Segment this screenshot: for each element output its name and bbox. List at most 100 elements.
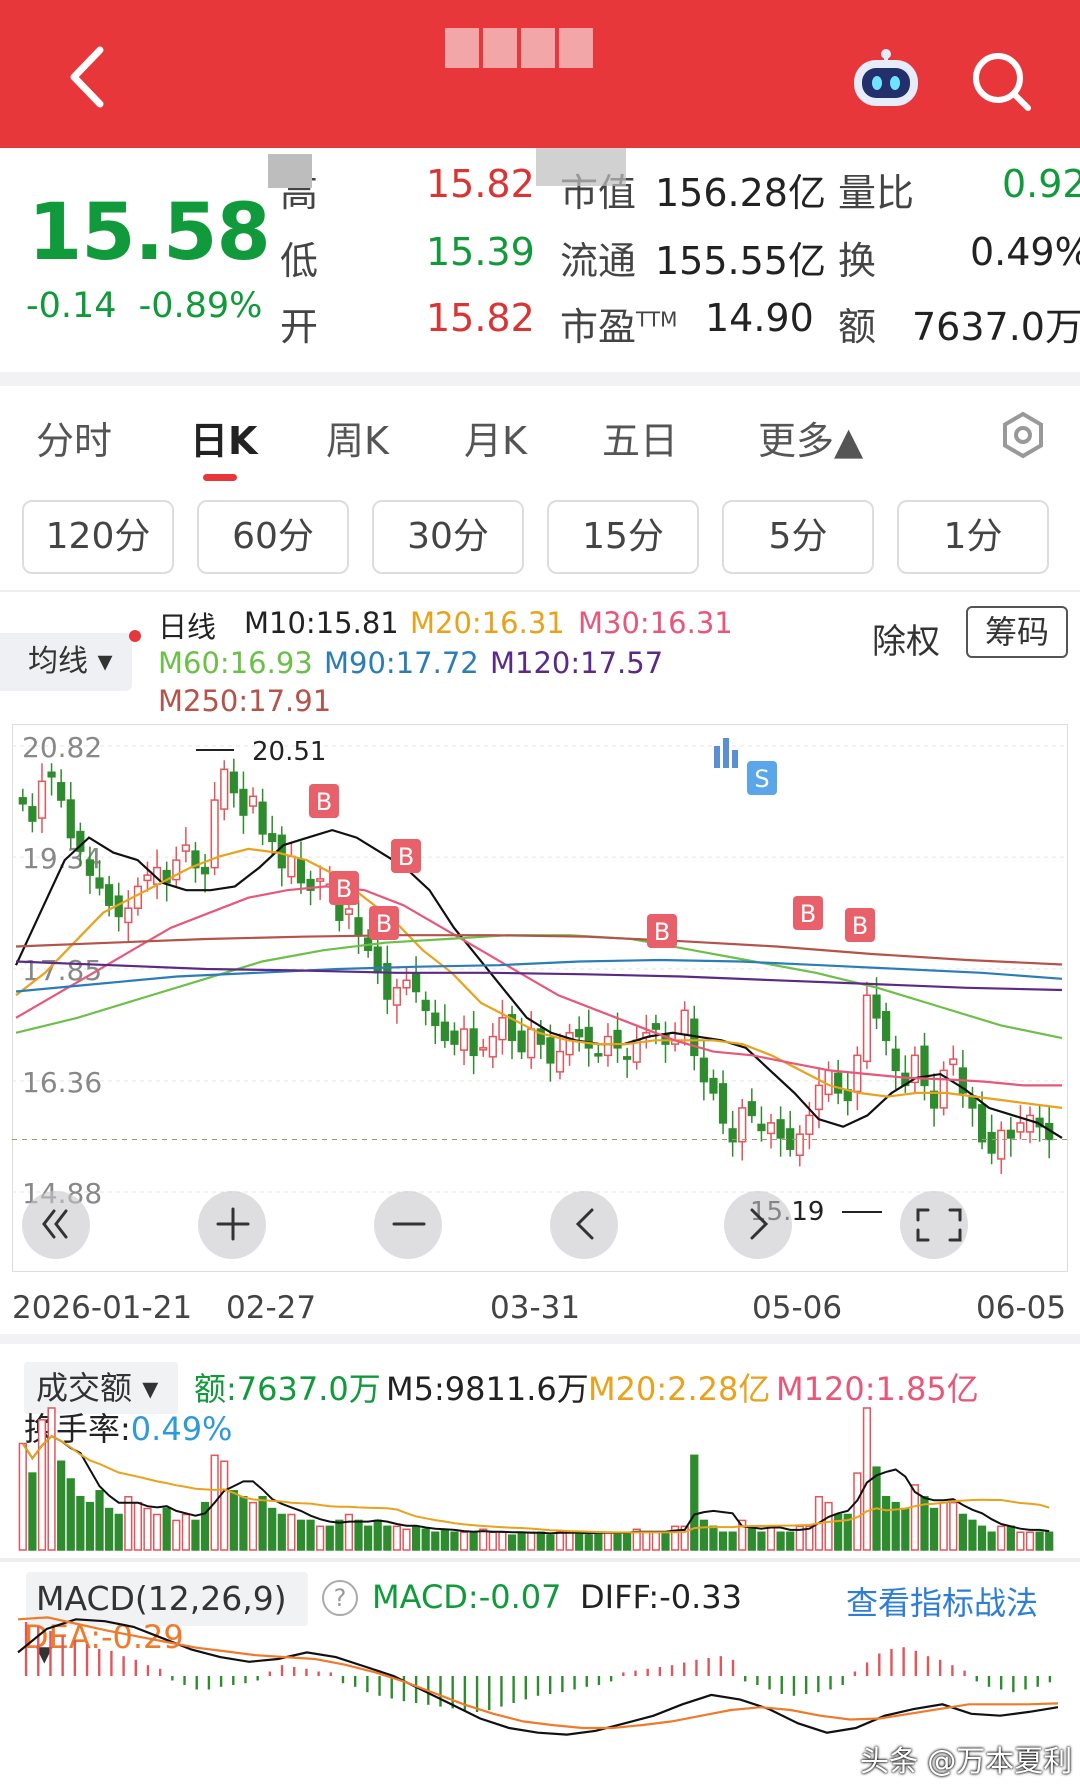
candle-body: [402, 979, 411, 989]
tab-daily-k[interactable]: 日K: [190, 410, 257, 465]
watermark-text: 头条 @万本夏利: [860, 1744, 1073, 1778]
float-value: 155.55亿: [655, 239, 826, 283]
tab-weekly-k[interactable]: 周K: [326, 410, 389, 465]
search-button[interactable]: [968, 48, 1036, 116]
volume-bar: [459, 1531, 469, 1551]
tab-more[interactable]: 更多▲: [758, 410, 863, 465]
gear-icon: [1003, 411, 1043, 459]
interval-120m-button[interactable]: 120分: [22, 500, 174, 574]
top-bar: [0, 0, 1080, 148]
volume-bar: [354, 1519, 363, 1551]
candle-body: [440, 1021, 449, 1042]
volume-bar: [939, 1501, 948, 1551]
volume-bar: [594, 1531, 603, 1551]
candle-body: [181, 844, 190, 852]
candle-body: [527, 1028, 536, 1059]
candle-body: [776, 1119, 785, 1139]
interval-30m-button[interactable]: 30分: [372, 500, 524, 574]
volume-chart[interactable]: [12, 1348, 1068, 1554]
tab-five-day[interactable]: 五日: [602, 410, 678, 465]
signal-label: B: [398, 843, 414, 871]
volume-bar: [718, 1531, 728, 1551]
volume-bar: [114, 1513, 123, 1551]
pe-ttm-sup: TTM: [636, 307, 678, 332]
signal-label: B: [800, 900, 816, 928]
line-type-label: 日线: [158, 610, 217, 644]
volume-bar: [181, 1513, 190, 1551]
interval-15m-button[interactable]: 15分: [547, 500, 699, 574]
nav-icons: [42, 1207, 962, 1242]
candle-body: [392, 987, 402, 1006]
pe-value: 14.90: [705, 296, 814, 340]
candle-body: [718, 1083, 728, 1124]
ma-line-m90: [15, 958, 1063, 993]
volume-bar: [239, 1496, 248, 1551]
x-axis-label: 03-31: [490, 1290, 581, 1326]
buy-signal-marker: B: [793, 896, 823, 930]
new-badge-dot: [129, 630, 141, 642]
stock-name-redacted: [445, 28, 625, 68]
interval-5m-button[interactable]: 5分: [722, 500, 874, 574]
volume-bar: [220, 1460, 229, 1551]
candle-body: [200, 866, 210, 875]
icon-bar: [723, 738, 729, 768]
volume-bar: [287, 1513, 296, 1551]
signal-label: B: [316, 788, 332, 816]
candle-body: [1006, 1129, 1015, 1139]
ma-line-m120: [15, 960, 1063, 992]
volume-bar: [124, 1496, 133, 1551]
tab-intraday[interactable]: 分时: [36, 410, 112, 465]
chip-distribution-button[interactable]: 筹码: [966, 606, 1068, 658]
change-value: -0.14: [26, 286, 117, 326]
volume-bar: [76, 1496, 85, 1551]
volume-bar: [335, 1519, 344, 1551]
candle-body: [316, 878, 325, 882]
assistant-button[interactable]: [850, 48, 922, 110]
bar-chart-icon: [714, 738, 738, 768]
candle-body: [805, 1114, 814, 1135]
candle-body: [344, 908, 354, 915]
volume-bar: [402, 1528, 411, 1551]
volume-bar: [95, 1490, 104, 1551]
volume-bar: [853, 1472, 862, 1551]
volume-bar: [1016, 1531, 1025, 1551]
chart-settings-button[interactable]: [1000, 411, 1046, 459]
open-value: 15.82: [426, 296, 535, 340]
ma120-value: M120:17.57: [490, 646, 664, 680]
x-axis-label: 06-05: [976, 1290, 1067, 1326]
volume-bar: [392, 1525, 402, 1551]
volume-bar: [18, 1442, 27, 1551]
volume-bar: [316, 1525, 325, 1551]
interval-60m-button[interactable]: 60分: [197, 500, 349, 574]
volume-bar: [882, 1496, 891, 1551]
volume-bar: [1045, 1531, 1054, 1551]
candle-body: [651, 1023, 661, 1030]
buy-signal-marker: B: [391, 839, 421, 873]
tab-monthly-k[interactable]: 月K: [464, 410, 527, 465]
candle-body: [354, 917, 363, 936]
open-label: 开: [280, 305, 319, 349]
candle-body: [133, 885, 143, 909]
candle-body: [47, 771, 56, 778]
candle-body: [834, 1072, 843, 1094]
volume-bar: [162, 1507, 171, 1551]
amount-value: 7637.0万: [912, 305, 1080, 349]
candle-body: [603, 1035, 613, 1057]
candle-body: [287, 855, 296, 878]
interval-1m-button[interactable]: 1分: [897, 500, 1049, 574]
volume-bar: [613, 1531, 622, 1551]
candle-body: [239, 788, 248, 816]
candle-body: [28, 806, 37, 822]
volume-bar: [152, 1513, 162, 1551]
adjust-toggle[interactable]: 除权: [872, 614, 940, 663]
signal-label: B: [852, 912, 868, 940]
quote-panel: 15.58 -0.14 -0.89% 高 15.82 低 15.39 开 15.8…: [0, 148, 1080, 370]
back-button[interactable]: [60, 42, 120, 112]
candle-body: [623, 1056, 632, 1060]
signal-label: B: [376, 910, 392, 938]
volume-bar: [364, 1525, 373, 1551]
candle-body: [872, 994, 881, 1019]
indicator-select[interactable]: 均线 ▾: [0, 633, 132, 691]
candle-body: [124, 907, 133, 924]
candle-body: [248, 795, 258, 807]
